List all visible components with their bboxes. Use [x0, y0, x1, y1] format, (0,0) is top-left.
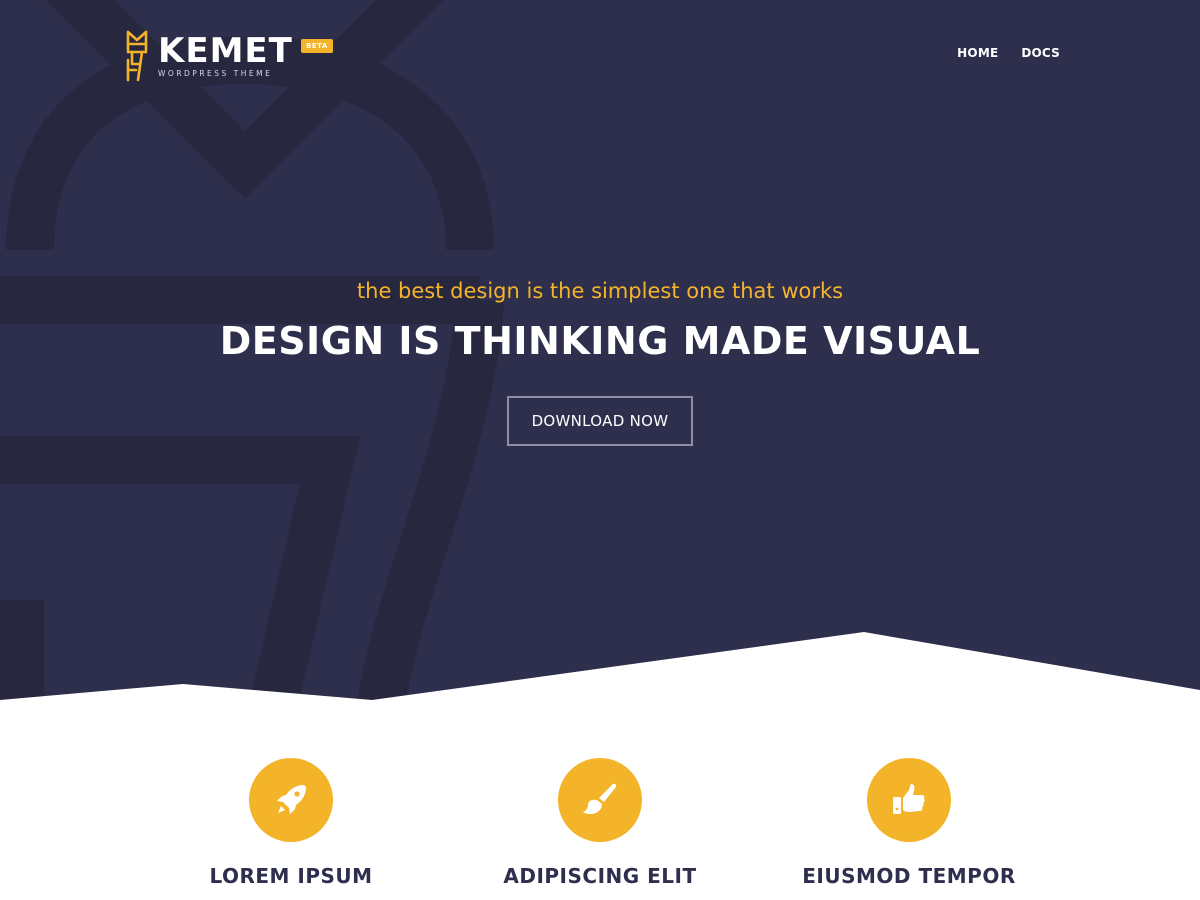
feature-icon-circle [558, 758, 642, 842]
paintbrush-icon [583, 783, 617, 814]
hero-tagline: the best design is the simplest one that… [356, 279, 844, 303]
nav-item-home[interactable]: HOME [957, 46, 998, 60]
feature-item: EIUSMOD TEMPOR [759, 758, 1059, 888]
rocket-icon [277, 785, 306, 814]
features-section: LOREM IPSUM ADIPISCING ELIT EIUSMOD TEMP… [0, 758, 1200, 900]
feature-icon-circle [249, 758, 333, 842]
beta-badge: BETA [301, 39, 333, 53]
feature-title: EIUSMOD TEMPOR [802, 864, 1016, 888]
hero-bottom-divider [0, 632, 1200, 710]
logo-name: KEMET [158, 31, 293, 71]
feature-title: ADIPISCING ELIT [503, 864, 697, 888]
feature-item: ADIPISCING ELIT [450, 758, 750, 888]
page: KEMET WORDPRESS THEME BETA HOME DOCS the… [0, 0, 1200, 900]
main-navigation: HOME DOCS [957, 46, 1060, 60]
kemet-pharaoh-icon [126, 30, 148, 82]
feature-icon-circle [867, 758, 951, 842]
nav-item-docs[interactable]: DOCS [1021, 46, 1060, 60]
site-logo[interactable]: KEMET WORDPRESS THEME BETA [126, 30, 333, 82]
feature-item: LOREM IPSUM [141, 758, 441, 888]
download-now-button[interactable]: DOWNLOAD NOW [507, 396, 693, 446]
logo-text: KEMET WORDPRESS THEME BETA [158, 31, 333, 78]
hero-title: DESIGN IS THINKING MADE VISUAL [219, 319, 981, 363]
feature-title: LOREM IPSUM [209, 864, 373, 888]
hero-section: KEMET WORDPRESS THEME BETA HOME DOCS the… [0, 0, 1200, 710]
thumbs-up-icon [893, 784, 925, 814]
hero-content: the best design is the simplest one that… [0, 276, 1200, 446]
